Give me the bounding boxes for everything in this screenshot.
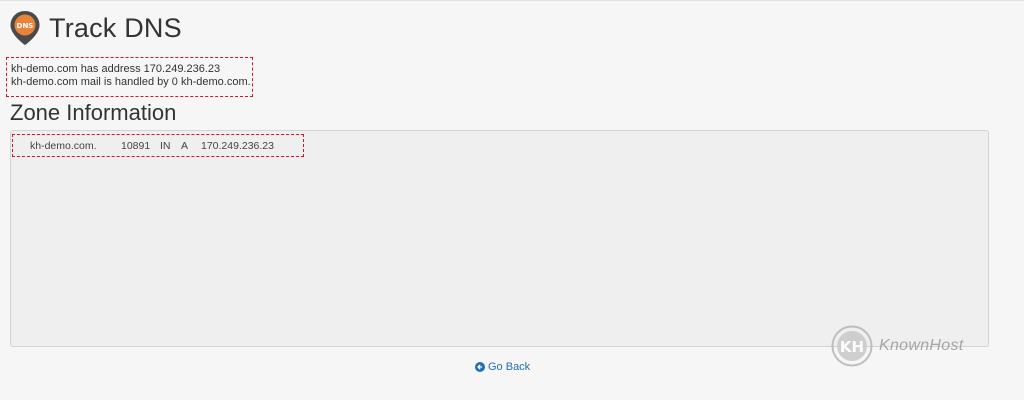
lookup-address-line: kh-demo.com has address 170.249.236.23 — [11, 63, 221, 75]
page-header: DNS Track DNS — [9, 9, 182, 47]
record-class: IN — [160, 140, 171, 152]
go-back-link[interactable]: Go Back — [475, 361, 530, 373]
record-address: 170.249.236.23 — [201, 140, 274, 152]
watermark-brand: KnownHost — [879, 337, 964, 354]
lookup-mail-line: kh-demo.com mail is handled by 0 kh-demo… — [11, 75, 251, 88]
zone-information-panel: kh-demo.com. 10891 IN A 170.249.236.23 — [10, 130, 989, 347]
knownhost-logo-icon: KH — [831, 325, 873, 367]
lookup-results: kh-demo.com has address 170.249.236.23 k… — [6, 57, 253, 97]
track-dns-page: DNS Track DNS kh-demo.com has address 17… — [0, 0, 1024, 400]
circle-arrow-left-icon — [475, 362, 485, 372]
logo-mark: KH — [840, 338, 864, 356]
go-back-label: Go Back — [488, 361, 531, 373]
knownhost-watermark: KH KnownHost — [831, 325, 964, 367]
zone-heading: Zone Information — [10, 100, 177, 125]
record-type: A — [181, 140, 189, 152]
record-name: kh-demo.com. — [30, 140, 97, 152]
zone-record-row: kh-demo.com. 10891 IN A 170.249.236.23 — [12, 134, 304, 157]
page-title: Track DNS — [49, 12, 182, 43]
dns-icon-label: DNS — [17, 22, 34, 30]
dns-pin-icon: DNS — [9, 10, 41, 46]
record-ttl: 10891 — [121, 140, 151, 152]
